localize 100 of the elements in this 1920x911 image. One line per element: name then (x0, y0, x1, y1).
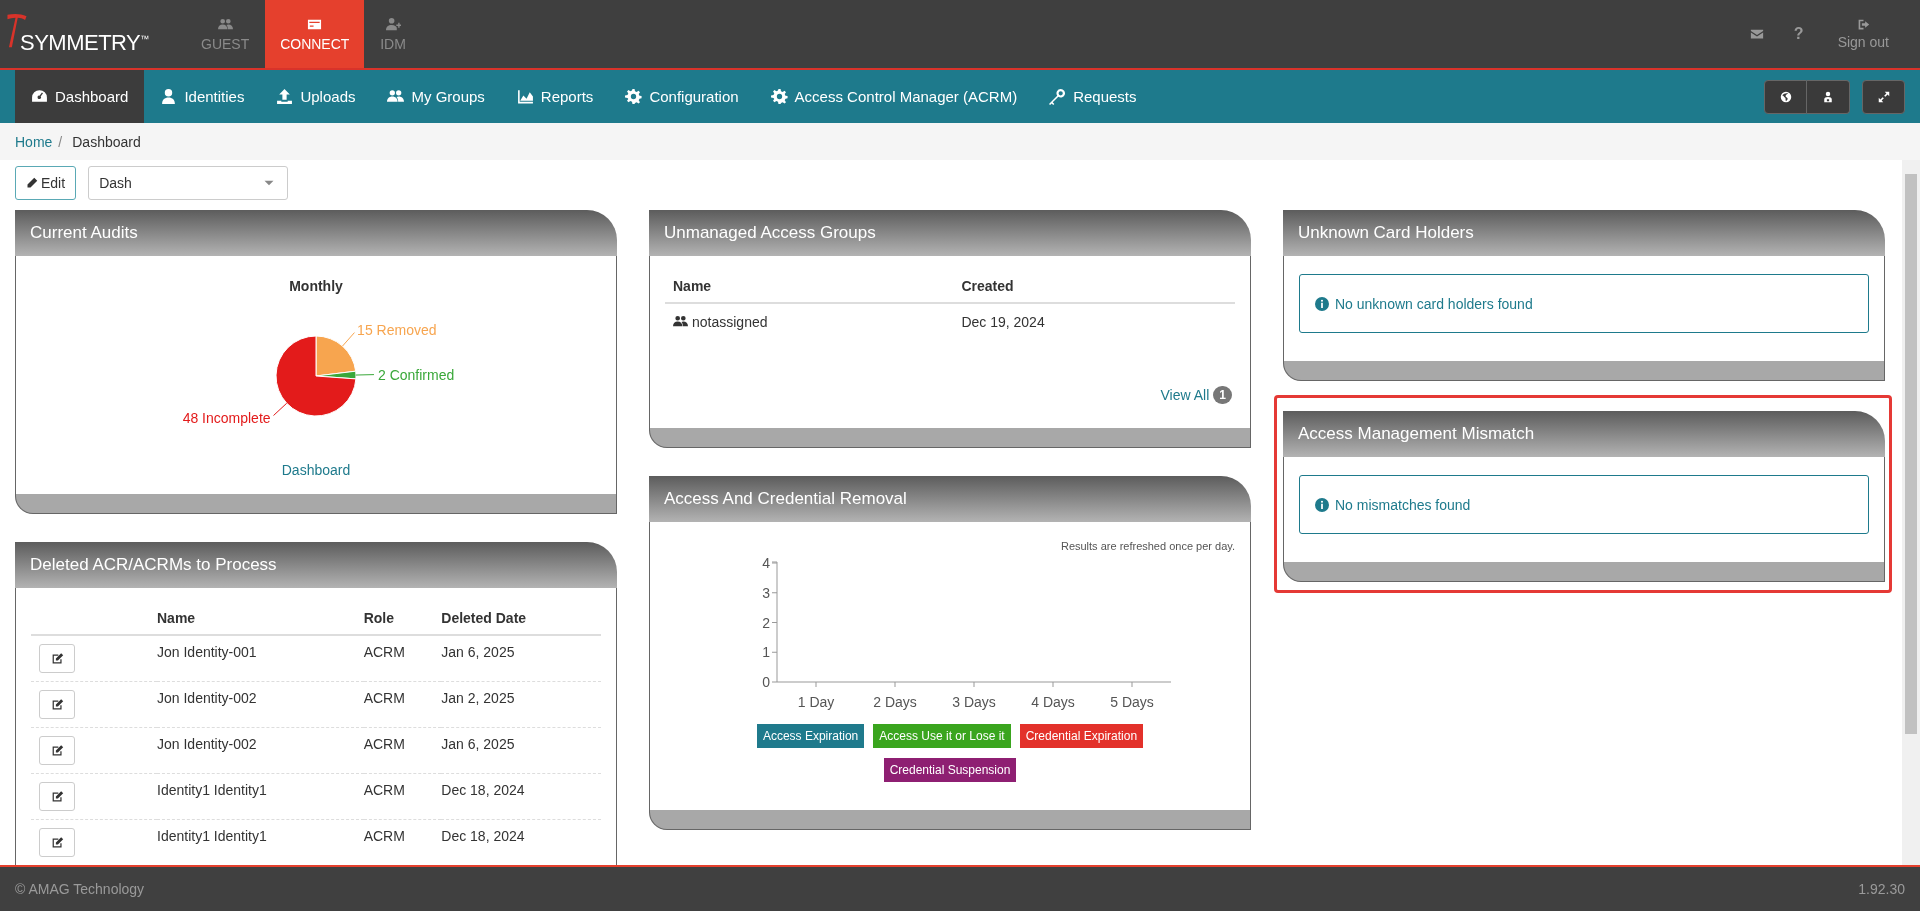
table-cell: ACRM (363, 727, 442, 774)
edit-row-button[interactable] (39, 782, 75, 811)
breadcrumb-separator: / (58, 133, 63, 150)
scrollbar[interactable] (1902, 160, 1920, 865)
user-plus-icon (385, 16, 401, 32)
info-icon (1315, 497, 1329, 512)
column-header: Name (665, 270, 962, 303)
key-icon (1049, 88, 1067, 105)
edit-row-button[interactable] (39, 736, 75, 765)
edit-icon (50, 652, 64, 665)
axis-label: 1 Day (797, 694, 835, 710)
axis-label: 3 Days (952, 694, 996, 710)
info-icon (1315, 296, 1329, 311)
nav-item[interactable]: Configuration (609, 70, 755, 123)
legend-item: Credential Expiration (1019, 724, 1144, 748)
table-cell: Dec 18, 2024 (441, 773, 601, 820)
leader-line (342, 332, 355, 347)
people-icon (387, 88, 405, 105)
dashboard-link[interactable]: Dashboard (281, 462, 351, 478)
axis-label: 2 (762, 614, 770, 631)
people-icon (673, 314, 688, 329)
group-name: notassigned (692, 314, 768, 330)
gauge-icon (31, 88, 48, 105)
legend-item: Credential Suspension (883, 758, 1017, 782)
data-label: 2 Confirmed (378, 366, 455, 383)
upload-icon (276, 88, 294, 105)
refresh-note: Results are refreshed once per day. (1059, 540, 1235, 552)
breadcrumb-current: Dashboard (72, 133, 141, 150)
version-text: 1.92.30 (1858, 881, 1905, 897)
app-tab[interactable]: CONNECT (265, 0, 365, 68)
axis-label: 5 Days (1110, 694, 1154, 710)
axis-label: 0 (762, 674, 770, 690)
axis-label: 1 (762, 644, 770, 661)
legend-item: Access Use it or Lose it (873, 724, 1011, 748)
app-tab[interactable]: GUEST (185, 0, 266, 68)
legend-item: Access Expiration (756, 724, 865, 748)
data-label: 15 Removed (357, 321, 437, 338)
column-header: Created (961, 270, 1235, 303)
edit-button[interactable]: Edit (15, 166, 77, 200)
app-tab[interactable]: IDM (364, 0, 422, 68)
panel-header: Unmanaged Access Groups (649, 210, 1251, 256)
table-cell: Jan 6, 2025 (441, 635, 601, 682)
edit-icon (50, 790, 64, 803)
chart-title: Monthly (288, 278, 344, 294)
panel-header: Access And Credential Removal (649, 476, 1251, 522)
nav-item[interactable]: My Groups (371, 70, 501, 123)
edit-row-button[interactable] (39, 644, 75, 673)
leader-line (355, 374, 375, 376)
nav-item[interactable]: Access Control Manager (ACRM) (754, 70, 1034, 123)
axis-label: 4 (762, 555, 770, 571)
breadcrumb-link[interactable]: Home (15, 133, 53, 150)
user-lock-button[interactable] (1807, 79, 1850, 114)
user-icon (160, 88, 178, 105)
edit-icon (50, 744, 64, 757)
gear-icon (625, 88, 643, 105)
expand-button[interactable] (1862, 79, 1905, 114)
table-cell: ACRM (363, 635, 442, 682)
table-cell: Dec 19, 2024 (961, 314, 1045, 330)
panel-header: Unknown Card Holders (1283, 210, 1885, 256)
table-cell: Jon Identity-002 (157, 727, 364, 774)
view-select[interactable]: Dash (88, 166, 289, 200)
edit-row-button[interactable] (39, 828, 75, 857)
globe-icon (1779, 90, 1792, 103)
nav-item[interactable]: Identities (144, 70, 261, 123)
globe-button[interactable] (1764, 79, 1807, 114)
help-icon[interactable]: ? (1793, 25, 1804, 43)
edit-icon (50, 836, 64, 849)
mail-icon[interactable] (1749, 27, 1764, 41)
view-all-link[interactable]: View All (1160, 387, 1210, 403)
column-header: Deleted Date (441, 602, 601, 635)
column-header: Role (363, 602, 442, 635)
table-cell: Jon Identity-001 (157, 635, 364, 682)
axis-label: 3 (762, 584, 770, 601)
logo-text: SYMMETRY$^{™}$ (20, 30, 149, 56)
pencil-icon (26, 177, 38, 189)
panel-header: Access Management Mismatch (1283, 411, 1885, 457)
nav-item[interactable]: Reports (500, 70, 610, 123)
gear-icon (770, 88, 788, 105)
alert-message: No unknown card holders found (1335, 295, 1533, 312)
nav-item[interactable]: Dashboard (15, 70, 145, 123)
copyright-text: © AMAG Technology (15, 881, 145, 897)
axis-label: 2 Days (873, 694, 917, 710)
axis-label: 4 Days (1031, 694, 1075, 710)
edit-icon (50, 698, 64, 711)
edit-row-button[interactable] (39, 690, 75, 719)
alert-message: No mismatches found (1335, 496, 1471, 513)
panel-header: Deleted ACR/ACRMs to Process (15, 542, 617, 588)
sign-out-icon (1856, 18, 1870, 31)
column-header: Name (157, 602, 364, 635)
expand-icon (1877, 90, 1890, 103)
sign-out-button[interactable]: Sign out (1831, 0, 1895, 68)
area-chart-icon (516, 88, 534, 105)
table-cell: ACRM (363, 681, 442, 728)
table-cell: Jan 2, 2025 (441, 681, 601, 728)
panel-header: Current Audits (15, 210, 617, 256)
people-icon (217, 16, 233, 32)
nav-item[interactable]: Requests (1033, 70, 1153, 123)
user-lock-icon (1822, 90, 1834, 103)
leader-line (273, 402, 288, 416)
nav-item[interactable]: Uploads (260, 70, 372, 123)
